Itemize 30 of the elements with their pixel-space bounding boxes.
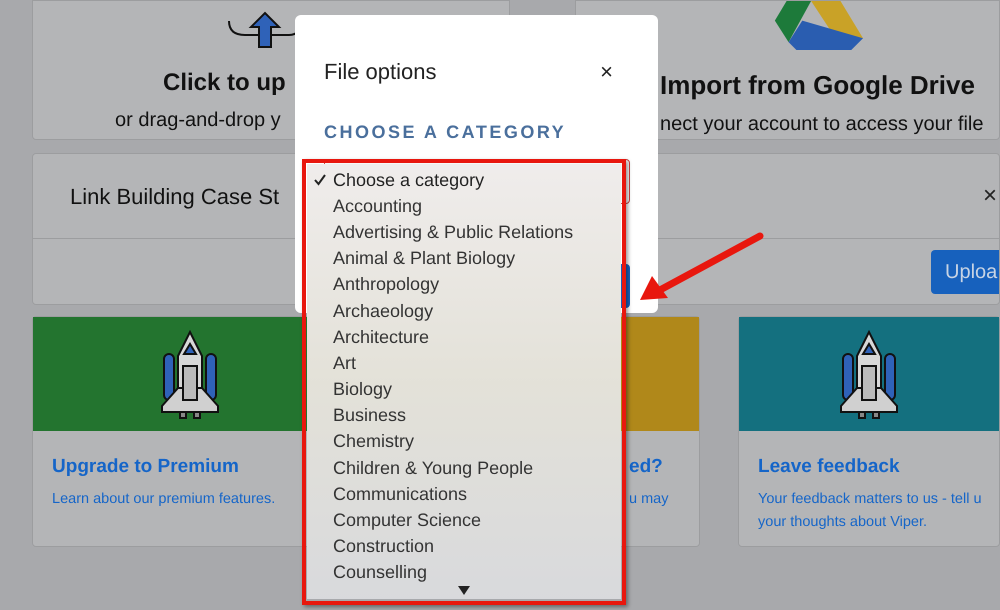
- remove-file-button[interactable]: ×: [982, 178, 997, 214]
- category-option[interactable]: Communications: [307, 481, 621, 508]
- category-option[interactable]: Construction: [307, 534, 621, 560]
- upload-button[interactable]: Uploa: [931, 250, 999, 294]
- category-option[interactable]: Biology: [307, 376, 621, 403]
- category-option[interactable]: Business: [307, 402, 621, 429]
- drive-title: Import from Google Drive: [660, 69, 975, 102]
- close-button[interactable]: ×: [600, 55, 613, 88]
- modal-title: File options: [324, 58, 437, 86]
- check-icon: [313, 173, 327, 188]
- upload-title: Click to up: [163, 68, 286, 98]
- category-option[interactable]: Advertising & Public Relations: [307, 219, 621, 246]
- card-text: Your feedback matters to us - tell u: [758, 490, 983, 508]
- category-option[interactable]: Chemistry: [307, 428, 621, 456]
- category-option[interactable]: Children & Young People: [307, 455, 621, 482]
- category-option[interactable]: Archaeology: [307, 298, 621, 324]
- category-option[interactable]: Choose a category: [307, 167, 621, 194]
- category-option[interactable]: Animal & Plant Biology: [307, 246, 621, 272]
- card-text: u may: [629, 490, 670, 508]
- upload-subtitle: or drag-and-drop y: [115, 108, 281, 133]
- card-text: your thoughts about Viper.: [758, 512, 928, 532]
- drive-subtitle: nect your account to access your file: [660, 112, 984, 137]
- scroll-down-icon: [458, 586, 470, 595]
- category-option[interactable]: Counselling: [307, 560, 621, 586]
- category-option[interactable]: Architecture: [307, 324, 621, 350]
- category-option[interactable]: Accounting: [307, 193, 621, 220]
- category-option[interactable]: Computer Science: [307, 507, 621, 534]
- file-name: Link Building Case St: [70, 182, 280, 211]
- category-option[interactable]: Anthropology: [307, 272, 621, 298]
- category-option[interactable]: Art: [307, 350, 621, 376]
